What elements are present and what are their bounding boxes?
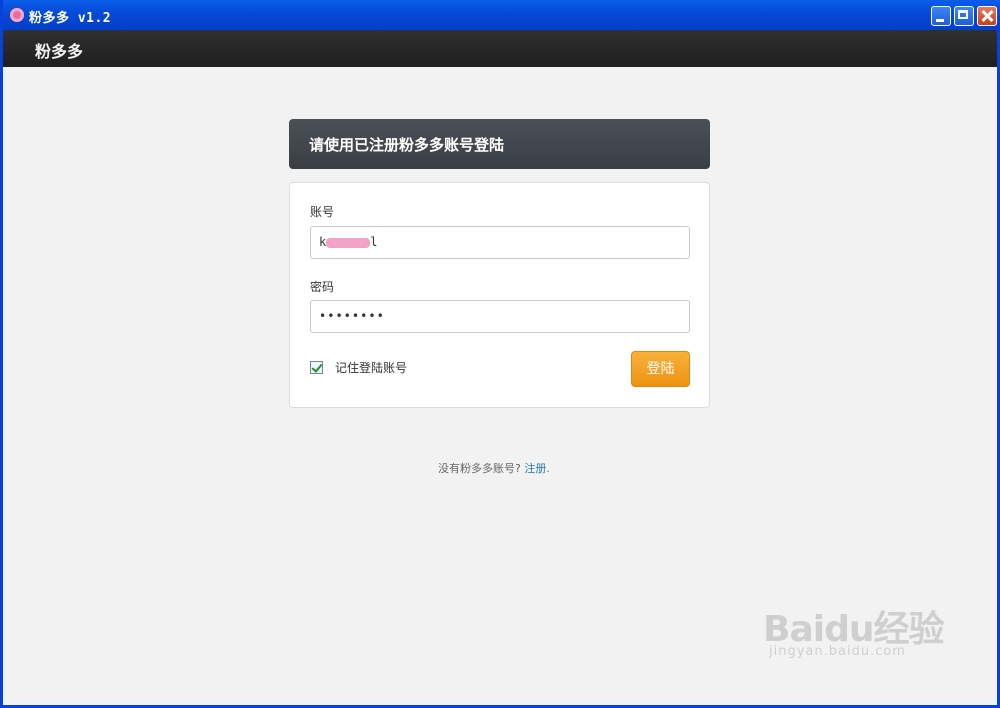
- login-heading: 请使用已注册粉多多账号登陆: [309, 136, 505, 154]
- login-form: 账号 kl 密码 •••••••• 记住登陆账号 登陆: [289, 182, 710, 408]
- close-button[interactable]: [977, 6, 997, 26]
- window-title: 粉多多 v1.2: [29, 11, 112, 26]
- maximize-button[interactable]: [954, 6, 974, 26]
- remember-checkbox[interactable]: [310, 361, 323, 374]
- app-icon: [10, 8, 24, 22]
- app-header: 粉多多: [3, 30, 997, 67]
- baidu-watermark: Baidu经验 jingyan.baidu.com: [763, 600, 944, 659]
- remember-label[interactable]: 记住登陆账号: [335, 359, 407, 376]
- account-value-end: l: [370, 235, 378, 249]
- password-label: 密码: [310, 280, 335, 294]
- minimize-button[interactable]: [931, 6, 951, 26]
- brand-title: 粉多多: [35, 42, 84, 61]
- app-window: 粉多多 v1.2 粉多多 请使用已注册粉多多账号登陆 账号 kl 密码 ••••…: [0, 0, 1000, 708]
- watermark-url: jingyan.baidu.com: [769, 644, 906, 659]
- redacted-mark: [326, 237, 371, 248]
- account-input[interactable]: kl: [310, 226, 690, 259]
- register-prompt: 没有粉多多账号? 注册.: [438, 460, 550, 476]
- account-value-start: k: [319, 235, 327, 249]
- account-label: 账号: [310, 205, 335, 219]
- password-input[interactable]: ••••••••: [310, 300, 690, 333]
- register-trailing: .: [546, 462, 550, 475]
- title-bar[interactable]: 粉多多 v1.2: [3, 0, 1000, 30]
- login-button[interactable]: 登陆: [631, 351, 690, 387]
- login-heading-bar: 请使用已注册粉多多账号登陆: [289, 119, 710, 169]
- register-prompt-text: 没有粉多多账号?: [438, 462, 521, 475]
- register-link[interactable]: 注册: [524, 462, 546, 475]
